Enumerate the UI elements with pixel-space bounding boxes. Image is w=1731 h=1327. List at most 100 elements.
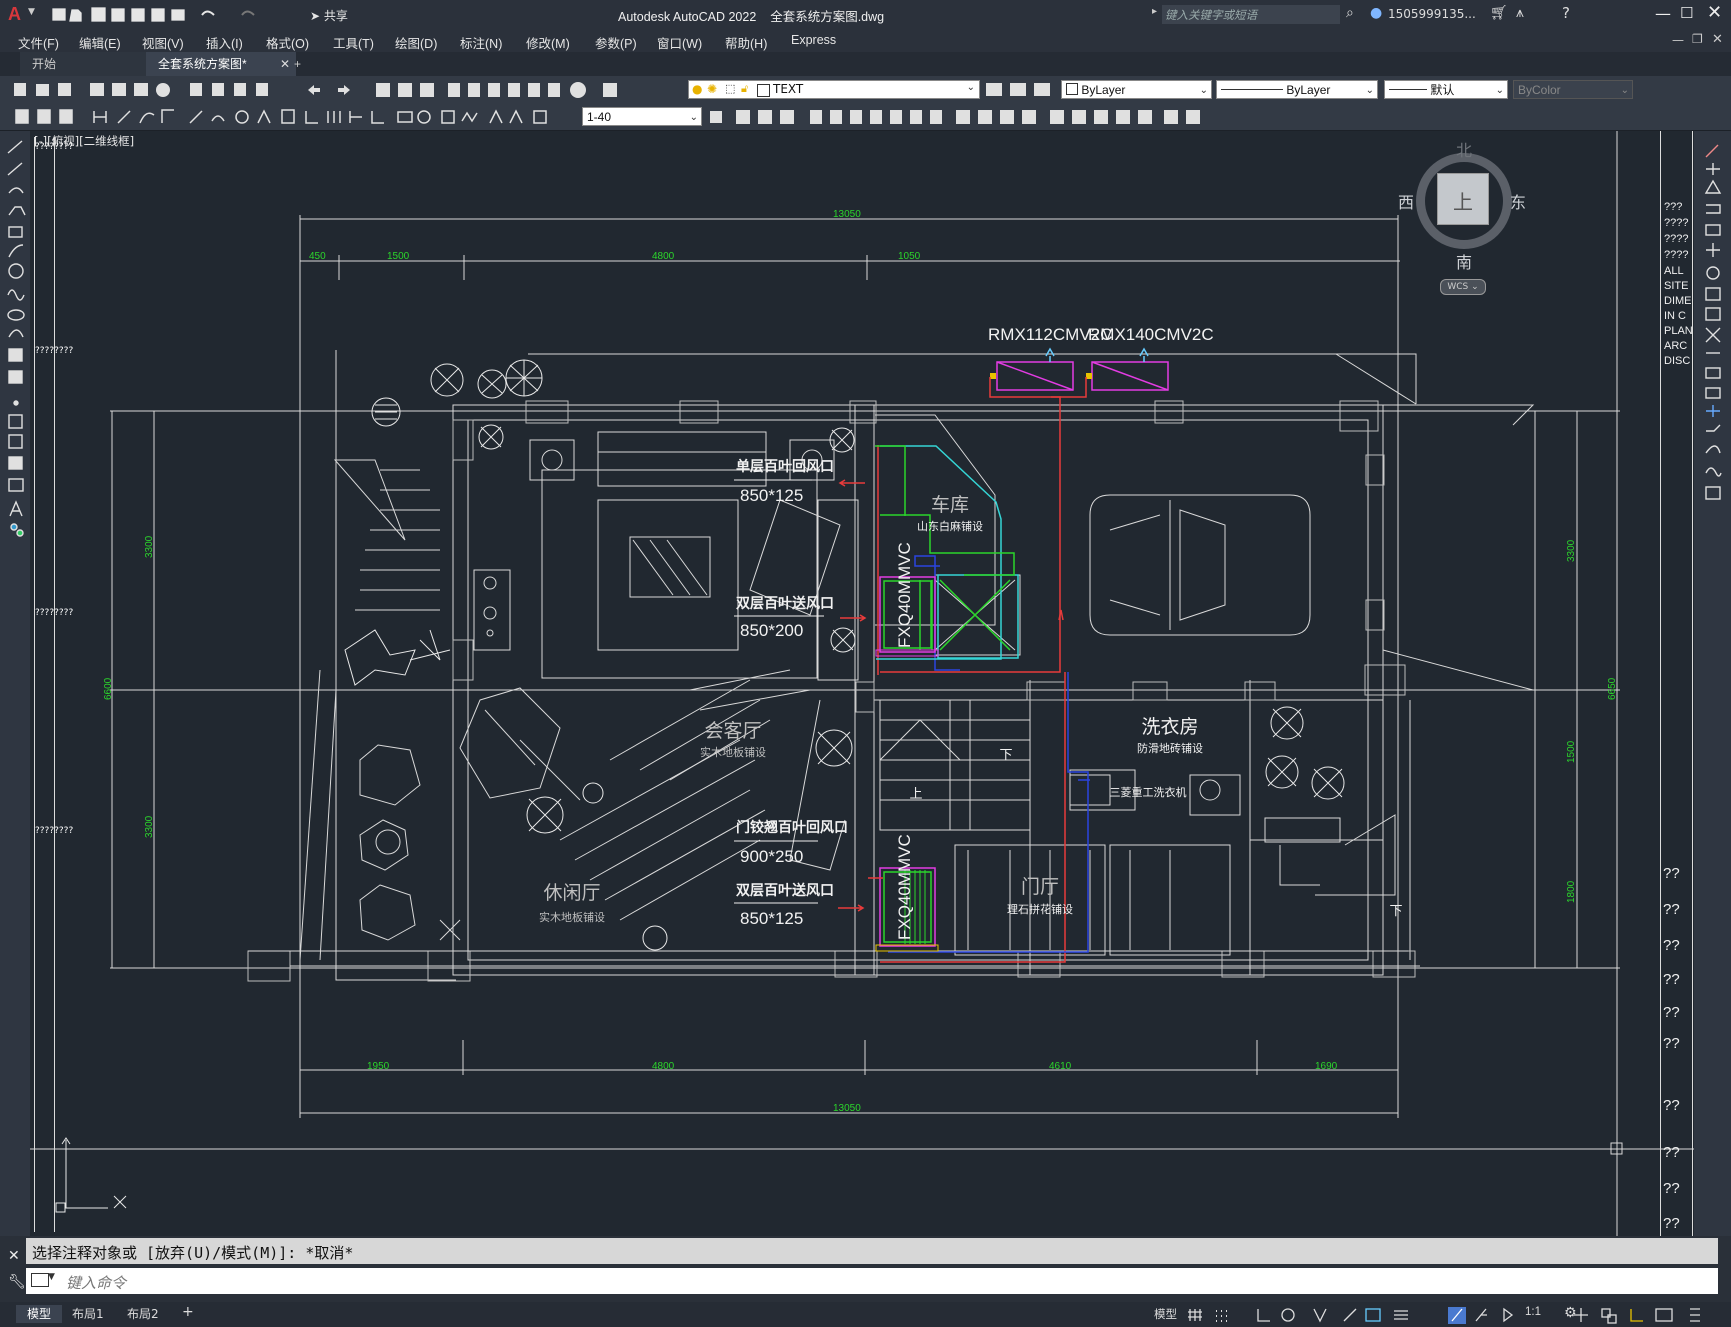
autodesk-app-icon[interactable]: ⩚ xyxy=(1516,5,1524,21)
command-line-handle[interactable]: ✕ 🔧︎ xyxy=(0,1236,26,1302)
autocad-logo-icon[interactable]: A xyxy=(8,4,26,24)
room-foyer: 门厅 xyxy=(1021,876,1059,898)
palette-text: ARC xyxy=(1664,340,1688,352)
menu-bar: 文件(F) 编辑(E) 视图(V) 插入(I) 格式(O) 工具(T) 绘图(D… xyxy=(0,30,1731,52)
gear-icon[interactable]: ⚙ xyxy=(1564,1305,1577,1321)
palette-text: ALL xyxy=(1664,265,1684,277)
chevron-down-icon: ⌄ xyxy=(1495,85,1504,96)
tab-drawing[interactable]: 全套系统方案图* ✕ xyxy=(146,52,296,76)
tab-start[interactable]: 开始 xyxy=(20,52,154,76)
new-tab-button[interactable]: + xyxy=(282,52,313,76)
search-input[interactable]: 键入关键字或短语 xyxy=(1162,5,1340,24)
fx-unit-1-label: FXQ40MMVC xyxy=(895,542,914,648)
menu-modify[interactable]: 修改(M) xyxy=(526,33,570,52)
share-button[interactable]: ➤ 共享 xyxy=(310,7,348,24)
plotstyle-value: ByColor xyxy=(1518,83,1561,97)
dimscale-dropdown[interactable]: 1-40 ⌄ xyxy=(582,107,702,126)
wcs-menu[interactable]: WCS ⌄ xyxy=(1440,279,1486,295)
search-expand-icon[interactable]: ▸ xyxy=(1152,6,1157,17)
standard-toolbar-icons[interactable] xyxy=(6,80,666,100)
command-prompt-icon[interactable] xyxy=(31,1273,49,1287)
chevron-down-icon: ⌄ xyxy=(689,112,698,123)
menu-insert[interactable]: 插入(I) xyxy=(206,33,243,52)
vent-3-name: 门铰翘百叶回风口 xyxy=(736,819,848,835)
dimension-toolbar: 1-40 ⌄ xyxy=(0,103,1731,131)
tab-drawing-label: 全套系统方案图* xyxy=(158,57,247,71)
cart-icon[interactable]: 🛒︎ xyxy=(1490,5,1508,21)
maximize-icon[interactable]: ☐ xyxy=(1680,4,1693,22)
vent-2-size: 850*200 xyxy=(740,621,803,640)
drawing-canvas[interactable]: [-][俯视][二维线框] ???????? ???????? ????????… xyxy=(30,131,1694,1236)
room-reception: 会客厅 xyxy=(704,720,761,742)
right-cell: ?? xyxy=(1663,1144,1680,1161)
quick-access-toolbar[interactable] xyxy=(52,6,282,24)
chevron-down-icon: ⌄ xyxy=(1199,85,1208,96)
viewcube-face[interactable]: 上 xyxy=(1437,173,1489,225)
viewcube-south[interactable]: 南 xyxy=(1456,249,1472,273)
layer-color-swatch xyxy=(757,84,770,97)
room-garage: 车库 xyxy=(931,494,969,516)
entrance-down-label: 下 xyxy=(1389,903,1402,918)
annotation-scale[interactable]: 1:1 xyxy=(1525,1306,1541,1323)
menu-tools[interactable]: 工具(T) xyxy=(333,33,374,52)
palette-text: PLAN xyxy=(1664,325,1693,337)
user-icon[interactable]: ● xyxy=(1370,5,1382,21)
user-name[interactable]: 1505999135... xyxy=(1388,7,1476,21)
layout-tab-1[interactable]: 布局1 xyxy=(72,1305,104,1323)
linetype-dropdown[interactable]: ByLayer ⌄ xyxy=(1216,80,1378,99)
layer-dropdown[interactable]: ● ✺ ⬚ 🔓︎ TEXT ⌄ xyxy=(688,80,980,99)
dim-right-a: 3300 xyxy=(1566,539,1577,562)
doc-restore-icon[interactable]: ❐ xyxy=(1692,32,1703,46)
menu-dimension[interactable]: 标注(N) xyxy=(460,33,502,52)
menu-format[interactable]: 格式(O) xyxy=(266,33,309,52)
draw-tools-icons[interactable] xyxy=(5,139,27,599)
viewcube-north[interactable]: 北 xyxy=(1456,137,1472,161)
menu-edit[interactable]: 编辑(E) xyxy=(79,33,121,52)
customize-wrench-icon[interactable]: 🔧︎ xyxy=(8,1274,26,1290)
menu-draw[interactable]: 绘图(D) xyxy=(395,33,437,52)
color-dropdown[interactable]: ByLayer ⌄ xyxy=(1061,80,1212,99)
doc-close-icon[interactable]: ✕ xyxy=(1712,32,1723,47)
lineweight-preview xyxy=(1389,89,1427,90)
menu-help[interactable]: 帮助(H) xyxy=(725,33,767,52)
standard-toolbar: ● ✺ ⬚ 🔓︎ TEXT ⌄ ByLayer ⌄ ByLayer ⌄ 默认 ⌄ By… xyxy=(0,76,1731,104)
menu-file[interactable]: 文件(F) xyxy=(18,33,59,52)
modify-toolbar-icons[interactable] xyxy=(706,107,1216,127)
viewcube-east[interactable]: 东 xyxy=(1510,189,1526,213)
status-toggles[interactable] xyxy=(1186,1305,1726,1325)
palette-text: DIME xyxy=(1664,295,1692,307)
minimize-icon[interactable]: — xyxy=(1655,4,1671,23)
layer-tools-icons[interactable] xyxy=(984,80,1059,100)
modify-tools-icons[interactable] xyxy=(1703,143,1725,563)
menu-window[interactable]: 窗口(W) xyxy=(657,33,702,52)
file-name: 全套系统方案图.dwg xyxy=(770,10,885,24)
app-menu-arrow-icon[interactable]: ▼ xyxy=(28,7,35,17)
model-space-button[interactable]: 模型 xyxy=(1154,1306,1177,1323)
menu-express[interactable]: Express xyxy=(791,33,836,47)
close-command-icon[interactable]: ✕ xyxy=(8,1248,20,1264)
share-label: 共享 xyxy=(323,9,348,23)
plotstyle-dropdown[interactable]: ByColor ⌄ xyxy=(1513,80,1633,99)
right-cell: ?? xyxy=(1663,1097,1680,1114)
vent-3-size: 900*250 xyxy=(740,847,803,866)
search-icon[interactable]: ⌕ xyxy=(1346,5,1354,21)
viewcube[interactable]: 上 北 南 西 东 WCS ⌄ xyxy=(1398,141,1526,295)
layout-tab-model[interactable]: 模型 xyxy=(16,1305,62,1323)
menu-view[interactable]: 视图(V) xyxy=(142,33,184,52)
share-icon: ➤ xyxy=(310,9,321,23)
viewcube-west[interactable]: 西 xyxy=(1398,189,1414,213)
palette-text: IN C xyxy=(1664,310,1686,322)
dimension-toolbar-icons[interactable] xyxy=(6,107,576,127)
layout-tab-2[interactable]: 布局2 xyxy=(127,1305,159,1323)
tab-start-label: 开始 xyxy=(32,57,57,71)
command-input[interactable]: ▼ 键入命令 xyxy=(26,1268,1718,1294)
chevron-down-icon: ▼ xyxy=(48,1272,55,1282)
add-layout-button[interactable]: + xyxy=(182,1304,194,1320)
draw-toolbar xyxy=(0,131,30,1236)
doc-minimize-icon[interactable]: — xyxy=(1672,33,1684,47)
lineweight-dropdown[interactable]: 默认 ⌄ xyxy=(1384,80,1508,99)
menu-parametric[interactable]: 参数(P) xyxy=(595,33,637,52)
palette-text: ???? xyxy=(1664,217,1689,229)
help-icon[interactable]: ? xyxy=(1562,4,1570,22)
close-icon[interactable]: ✕ xyxy=(1707,2,1722,23)
